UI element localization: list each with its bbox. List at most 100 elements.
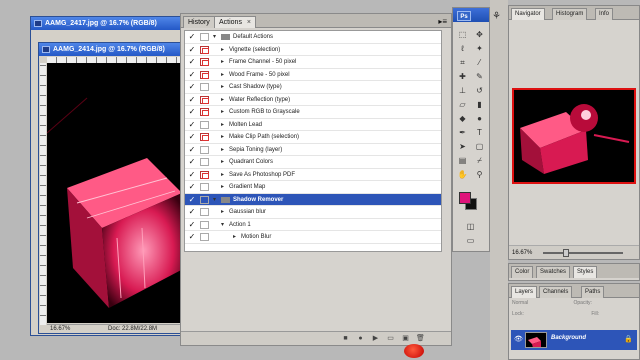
vertical-ruler[interactable] [40, 63, 46, 325]
dialog-toggle-icon[interactable] [200, 233, 209, 241]
tab-swatches[interactable]: Swatches [536, 266, 571, 278]
expand-right-icon[interactable]: ▸ [221, 56, 224, 68]
checkmark-icon[interactable]: ✓ [187, 120, 197, 130]
move-tool-icon[interactable]: ✥ [474, 30, 485, 40]
navigator-zoom[interactable]: 16.67% [512, 250, 532, 256]
blend-mode-select[interactable]: Normal [512, 300, 528, 306]
zoom-tool-icon[interactable]: ⚲ [474, 170, 485, 180]
marquee-tool-icon[interactable]: ⬚ [457, 30, 468, 40]
clone-stamp-tool-icon[interactable]: ⊥ [457, 86, 468, 96]
tab-info[interactable]: Info [595, 8, 614, 20]
zoom-readout[interactable]: 16.67% [47, 326, 73, 332]
checkmark-icon[interactable]: ✓ [187, 107, 197, 117]
doc-size-info[interactable]: Doc: 22.8M/22.8M [105, 326, 160, 332]
dialog-toggle-icon[interactable] [200, 170, 209, 179]
tab-color[interactable]: Color [511, 266, 534, 278]
navigator-thumbnail[interactable] [512, 88, 636, 184]
expand-right-icon[interactable]: ▸ [221, 44, 224, 56]
type-tool-icon[interactable]: T [474, 128, 485, 138]
checkmark-icon[interactable]: ✓ [187, 32, 197, 42]
notes-tool-icon[interactable]: ▤ [457, 156, 468, 166]
stop-icon[interactable]: ■ [341, 335, 350, 343]
new-action-icon[interactable]: ▣ [401, 335, 410, 343]
action-row[interactable]: ✓ ▸ Frame Channel - 50 pixel [185, 56, 441, 69]
expand-right-icon[interactable]: ▸ [233, 231, 236, 243]
dialog-toggle-icon[interactable] [200, 183, 209, 191]
shape-tool-icon[interactable]: ▢ [474, 142, 485, 152]
dialog-toggle-icon[interactable] [200, 83, 209, 91]
action-row[interactable]: ✓ ▸ Wood Frame - 50 pixel [185, 69, 441, 81]
brush-tool-icon[interactable]: ✎ [474, 72, 485, 82]
checkmark-icon[interactable]: ✓ [187, 82, 197, 92]
eraser-tool-icon[interactable]: ▱ [457, 100, 468, 110]
magic-wand-tool-icon[interactable]: ✦ [474, 44, 485, 54]
lasso-tool-icon[interactable]: ℓ [457, 44, 468, 54]
checkmark-icon[interactable]: ✓ [187, 195, 197, 205]
checkmark-icon[interactable]: ✓ [187, 95, 197, 105]
tab-channels[interactable]: Channels [539, 286, 573, 298]
play-icon[interactable]: ▶ [371, 335, 380, 343]
action-row[interactable]: ✓ ▸ Gradient Map [185, 181, 441, 194]
trash-icon[interactable]: 🗑 [416, 335, 425, 343]
new-set-icon[interactable]: ▭ [386, 335, 395, 343]
navigator-zoom-knob[interactable] [563, 249, 569, 257]
expand-right-icon[interactable]: ▸ [221, 131, 224, 143]
screen-mode-icon[interactable]: ▭ [465, 236, 476, 246]
dialog-toggle-icon[interactable] [200, 145, 209, 154]
document-canvas[interactable] [47, 63, 187, 323]
eyedropper-tool-icon[interactable]: ⌿ [474, 156, 485, 166]
action-row[interactable]: ✓ ▸ Motion Blur [185, 231, 441, 244]
expand-right-icon[interactable]: ▸ [221, 69, 224, 81]
expand-right-icon[interactable]: ▸ [221, 144, 224, 156]
tab-navigator[interactable]: Navigator [511, 8, 545, 20]
quick-mask-icon[interactable]: ◫ [465, 222, 476, 232]
action-row[interactable]: ✓ ▸ Custom RGB to Grayscale [185, 106, 441, 119]
tab-paths[interactable]: Paths [581, 286, 605, 298]
dialog-toggle-icon[interactable] [200, 133, 209, 141]
healing-brush-tool-icon[interactable]: ✚ [457, 72, 468, 82]
record-icon[interactable] [404, 344, 424, 358]
tab-history[interactable]: History [183, 16, 215, 28]
expand-down-icon[interactable]: ▾ [213, 31, 216, 43]
expand-right-icon[interactable]: ▸ [221, 106, 224, 118]
dodge-tool-icon[interactable]: ● [474, 114, 485, 124]
checkmark-icon[interactable]: ✓ [187, 182, 197, 192]
checkmark-icon[interactable]: ✓ [187, 45, 197, 55]
checkmark-icon[interactable]: ✓ [187, 57, 197, 67]
checkmark-icon[interactable]: ✓ [187, 220, 197, 230]
checkmark-icon[interactable]: ✓ [187, 70, 197, 80]
checkmark-icon[interactable]: ✓ [187, 170, 197, 180]
pen-tool-icon[interactable]: ✒ [457, 128, 468, 138]
tab-histogram[interactable]: Histogram [552, 8, 588, 20]
checkmark-icon[interactable]: ✓ [187, 232, 197, 242]
foreground-color-swatch[interactable] [459, 192, 471, 204]
expand-right-icon[interactable]: ▸ [221, 119, 224, 131]
expand-right-icon[interactable]: ▸ [221, 156, 224, 168]
checkmark-icon[interactable]: ✓ [187, 207, 197, 217]
navigator-zoom-slider[interactable] [543, 252, 623, 254]
expand-right-icon[interactable]: ▸ [221, 181, 224, 193]
expand-down-icon[interactable]: ▾ [221, 219, 224, 231]
dialog-toggle-icon[interactable] [200, 108, 209, 116]
dialog-toggle-icon[interactable] [200, 95, 209, 104]
action-row[interactable]: ✓ ▸ Molten Lead [185, 119, 441, 131]
bridge-icon[interactable]: ⚘ [492, 10, 504, 24]
dialog-toggle-icon[interactable] [200, 45, 209, 54]
close-tab-icon[interactable]: × [247, 19, 251, 26]
action-row[interactable]: ✓ ▸ Water Reflection (type) [185, 94, 441, 106]
path-selection-tool-icon[interactable]: ➤ [457, 142, 468, 152]
tab-actions[interactable]: Actions × [214, 16, 257, 28]
gradient-tool-icon[interactable]: ▮ [474, 100, 485, 110]
action-row[interactable]: ✓ ▾ Shadow Remover [185, 193, 441, 206]
expand-right-icon[interactable]: ▸ [221, 206, 224, 218]
dialog-toggle-icon[interactable] [200, 208, 209, 216]
action-row[interactable]: ✓ ▸ Save As Photoshop PDF [185, 169, 441, 181]
checkmark-icon[interactable]: ✓ [187, 157, 197, 167]
actions-list[interactable]: ✓ ▾ Default Actions ✓ ▸ Vignette (selection) ✓… [184, 30, 442, 252]
blur-tool-icon[interactable]: ◆ [457, 114, 468, 124]
crop-tool-icon[interactable]: ⌗ [457, 58, 468, 68]
expand-right-icon[interactable]: ▸ [221, 169, 224, 181]
action-row[interactable]: ✓ ▸ Vignette (selection) [185, 44, 441, 56]
dialog-toggle-icon[interactable] [200, 33, 209, 41]
checkmark-icon[interactable]: ✓ [187, 132, 197, 142]
